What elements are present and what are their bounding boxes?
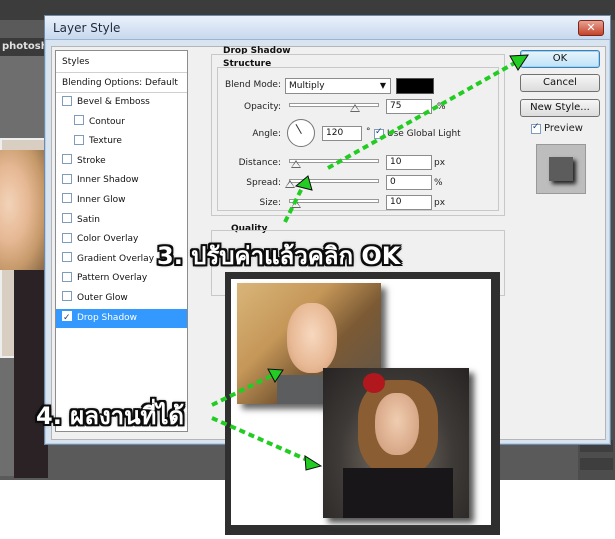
angle-dial[interactable]: [287, 119, 315, 147]
style-item-texture[interactable]: Texture: [56, 132, 187, 152]
background-photo-face: [0, 150, 44, 270]
blend-mode-value: Multiply: [289, 81, 325, 91]
checkbox[interactable]: [62, 95, 72, 106]
checkbox[interactable]: [62, 232, 72, 243]
size-slider-thumb[interactable]: [291, 200, 301, 208]
style-item-label: Texture: [89, 136, 122, 147]
style-item-label: Color Overlay: [77, 234, 139, 245]
blending-options-item[interactable]: Blending Options: Default: [56, 73, 187, 93]
style-item-label: Inner Glow: [77, 194, 126, 205]
style-item-label: Inner Shadow: [77, 175, 139, 186]
distance-input[interactable]: 10: [386, 155, 432, 170]
angle-unit: °: [366, 127, 371, 137]
size-unit: px: [434, 198, 446, 208]
spread-slider-thumb[interactable]: [285, 180, 295, 188]
checkbox[interactable]: [62, 271, 72, 282]
size-input[interactable]: 10: [386, 195, 432, 210]
preview-label: Preview: [544, 123, 583, 134]
opacity-input[interactable]: 75: [386, 99, 432, 114]
photo-face: [287, 303, 337, 373]
style-item-contour[interactable]: Contour: [56, 113, 187, 133]
distance-slider-track[interactable]: [289, 159, 379, 163]
background-photo-dark: [14, 270, 48, 478]
dialog-title: Layer Style: [53, 21, 121, 35]
photo-body: [343, 468, 453, 518]
style-item-label: Contour: [89, 116, 125, 127]
style-item-drop-shadow[interactable]: Drop Shadow: [56, 308, 187, 329]
result-photo-brunette: [323, 368, 469, 518]
style-item-inner-glow[interactable]: Inner Glow: [56, 191, 187, 211]
checkbox[interactable]: [74, 115, 84, 126]
close-button[interactable]: ✕: [578, 20, 604, 36]
size-label: Size:: [259, 198, 281, 208]
checkbox[interactable]: [62, 213, 72, 224]
distance-slider-thumb[interactable]: [291, 160, 301, 168]
ok-button[interactable]: OK: [520, 50, 600, 68]
style-item-bevel-emboss[interactable]: Bevel & Emboss: [56, 93, 187, 113]
style-item-label: Outer Glow: [77, 292, 128, 303]
screenshot: photosho Layer Style ✕ Styles Blending O…: [0, 0, 615, 539]
photo-flower: [363, 373, 385, 393]
cancel-button[interactable]: Cancel: [520, 74, 600, 92]
checkbox[interactable]: [62, 291, 72, 302]
opacity-slider-thumb[interactable]: [350, 104, 360, 112]
style-item-label: Bevel & Emboss: [77, 97, 150, 107]
distance-label: Distance:: [238, 158, 281, 168]
blend-mode-select[interactable]: Multiply ▼: [285, 78, 391, 94]
panel-strip: [580, 458, 613, 470]
dropdown-arrow-icon: ▼: [379, 81, 386, 90]
blend-mode-label: Blend Mode:: [224, 80, 281, 90]
size-slider-track[interactable]: [289, 199, 379, 203]
preview-checkbox[interactable]: ✓: [531, 122, 541, 134]
style-item-stroke[interactable]: Stroke: [56, 152, 187, 172]
checkmark-icon: ✓: [532, 122, 540, 132]
checkbox[interactable]: [62, 154, 72, 165]
use-global-light-checkbox[interactable]: ✓: [374, 127, 384, 139]
new-style-button[interactable]: New Style...: [520, 99, 600, 117]
angle-label: Angle:: [252, 129, 281, 139]
spread-unit: %: [434, 178, 443, 188]
distance-unit: px: [434, 158, 446, 168]
checkbox[interactable]: [62, 173, 72, 184]
opacity-label: Opacity:: [244, 102, 281, 112]
photo-face: [375, 393, 419, 455]
spread-input[interactable]: 0: [386, 175, 432, 190]
style-item-label: Pattern Overlay: [77, 273, 148, 284]
style-item-label: Drop Shadow: [77, 312, 138, 323]
dialog-titlebar[interactable]: Layer Style ✕: [45, 16, 610, 40]
checkbox-checked[interactable]: [62, 309, 72, 329]
checkbox[interactable]: [62, 193, 72, 204]
spread-slider-track[interactable]: [289, 179, 379, 183]
preview-thumbnail: [536, 144, 586, 194]
shadow-color-swatch[interactable]: [396, 78, 434, 94]
styles-header[interactable]: Styles: [56, 51, 187, 73]
checkmark-icon: ✓: [375, 127, 383, 137]
style-item-satin[interactable]: Satin: [56, 211, 187, 231]
step4-annotation: 4. ผลงานที่ได้: [36, 402, 185, 430]
spread-label: Spread:: [246, 178, 281, 188]
document-tab[interactable]: photosho: [0, 38, 48, 56]
checkbox[interactable]: [74, 134, 84, 145]
checkbox[interactable]: [62, 252, 72, 263]
opacity-slider-track[interactable]: [289, 103, 379, 107]
style-item-label: Stroke: [77, 155, 106, 166]
angle-input[interactable]: 120: [322, 126, 362, 141]
step3-annotation: 3. ปรับค่าแล้วคลิก OK: [157, 242, 401, 270]
use-global-light-label: Use Global Light: [387, 129, 461, 139]
style-item-label: Satin: [77, 214, 100, 225]
style-item-outer-glow[interactable]: Outer Glow: [56, 289, 187, 309]
opacity-unit: %: [437, 102, 446, 112]
style-item-inner-shadow[interactable]: Inner Shadow: [56, 171, 187, 191]
style-item-label: Gradient Overlay: [77, 253, 155, 264]
